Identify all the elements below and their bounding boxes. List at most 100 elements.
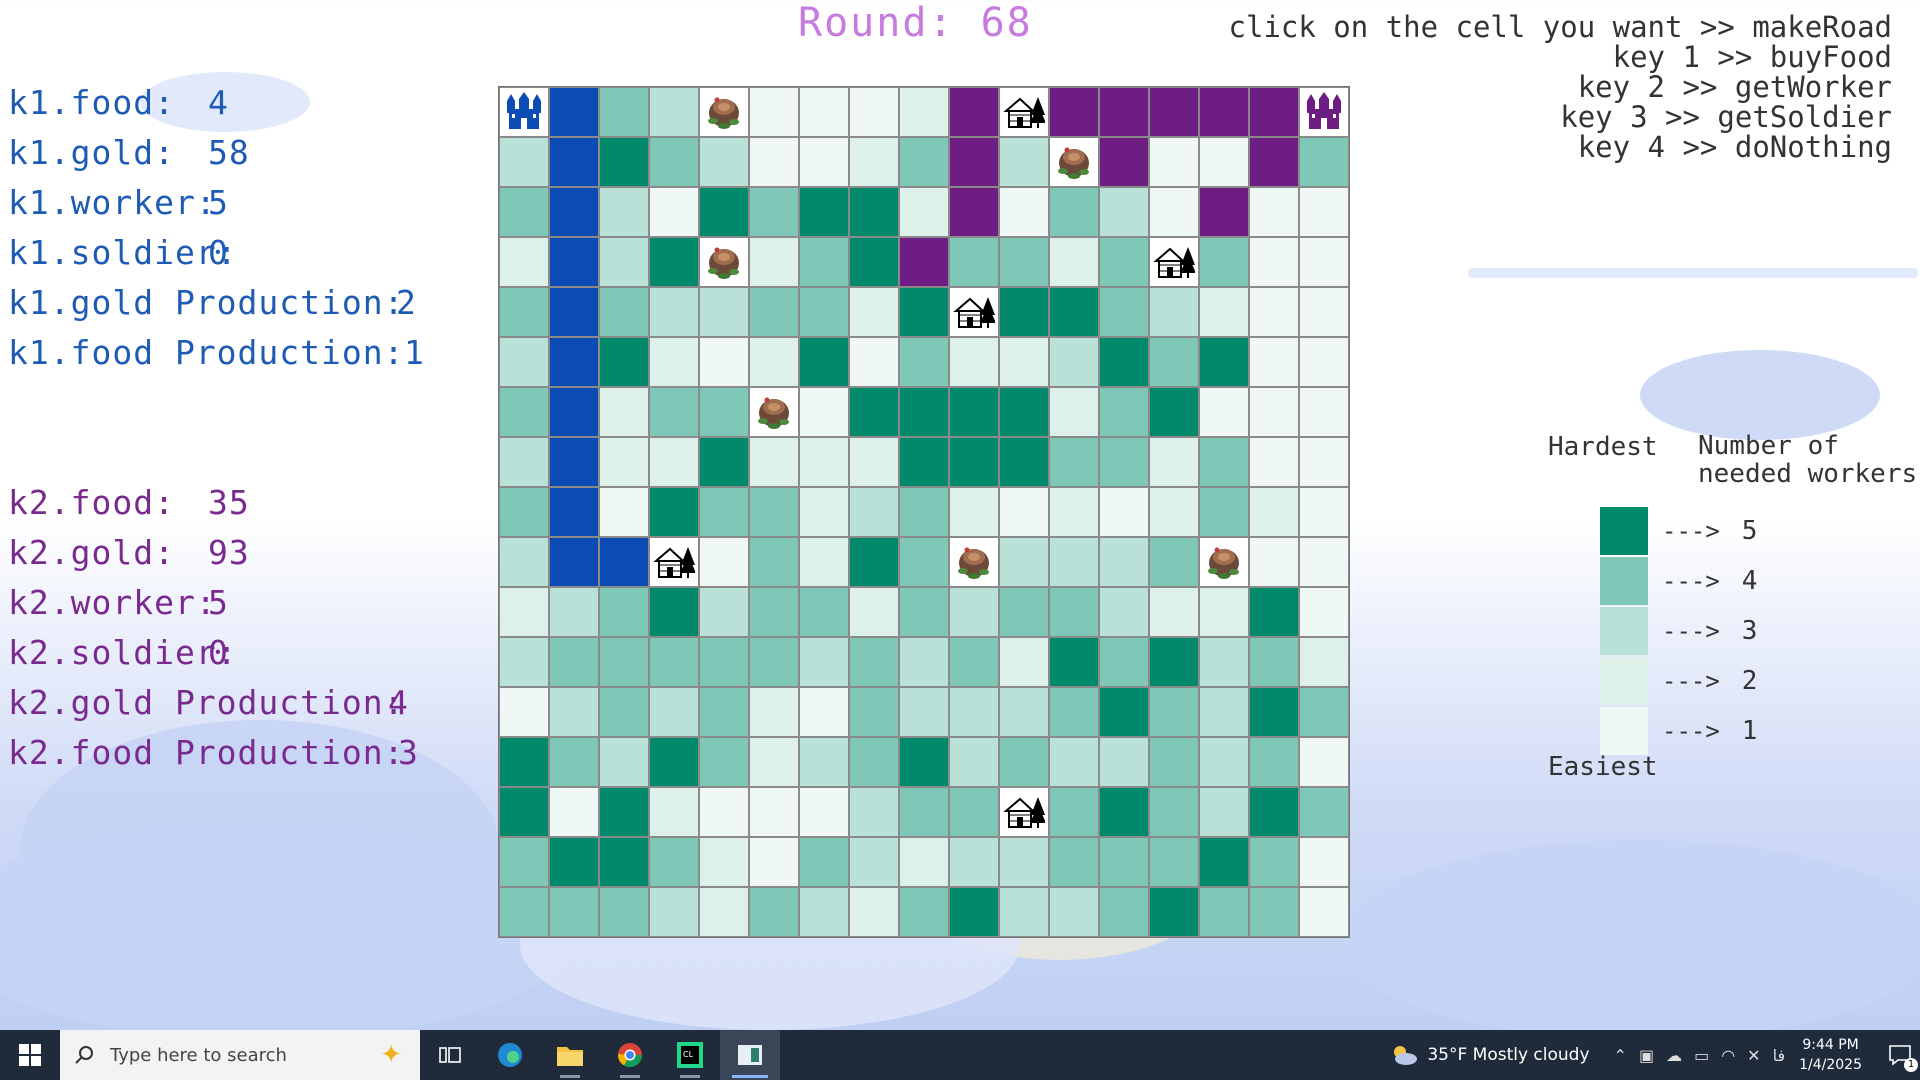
- meet-now-icon[interactable]: ▣: [1639, 1046, 1654, 1065]
- board-cell-difficulty-2[interactable]: [799, 537, 849, 587]
- board-cell[interactable]: [1199, 137, 1249, 187]
- board-cell-difficulty-2[interactable]: [1149, 487, 1199, 537]
- board-cell-difficulty-5[interactable]: [1099, 787, 1149, 837]
- board-cell-difficulty-3[interactable]: [949, 687, 999, 737]
- board-cell-difficulty-3[interactable]: [999, 537, 1049, 587]
- board-cell-difficulty-3[interactable]: [849, 787, 899, 837]
- board-cell-difficulty-4[interactable]: [549, 637, 599, 687]
- board-cell-difficulty-1[interactable]: [1299, 387, 1349, 437]
- board-cell-difficulty-3[interactable]: [1199, 687, 1249, 737]
- board-cell-difficulty-5[interactable]: [899, 437, 949, 487]
- board-cell-difficulty-4[interactable]: [1099, 387, 1149, 437]
- house-cell[interactable]: [999, 87, 1049, 137]
- board-cell-difficulty-5[interactable]: [649, 587, 699, 637]
- road-cell-kingdom2[interactable]: [949, 137, 999, 187]
- taskbar-clion[interactable]: CL: [660, 1030, 720, 1080]
- road-cell-kingdom1[interactable]: [599, 537, 649, 587]
- board-cell-difficulty-1[interactable]: [1299, 487, 1349, 537]
- board-cell-difficulty-5[interactable]: [999, 437, 1049, 487]
- board-cell-difficulty-1[interactable]: [1249, 287, 1299, 337]
- board-cell-difficulty-5[interactable]: [649, 487, 699, 537]
- road-cell-kingdom1[interactable]: [549, 537, 599, 587]
- board-cell-difficulty-3[interactable]: [1149, 287, 1199, 337]
- board-cell-difficulty-4[interactable]: [1099, 637, 1149, 687]
- battery-icon[interactable]: ▭: [1694, 1046, 1709, 1065]
- board-cell-difficulty-3[interactable]: [899, 637, 949, 687]
- board-cell-difficulty-1[interactable]: [799, 137, 849, 187]
- taskbar-chrome[interactable]: [600, 1030, 660, 1080]
- road-cell-kingdom2[interactable]: [949, 187, 999, 237]
- board-cell-difficulty-1[interactable]: [749, 787, 799, 837]
- board-cell-difficulty-2[interactable]: [1249, 487, 1299, 537]
- chevron-up-icon[interactable]: ⌃: [1614, 1046, 1627, 1065]
- board-cell-difficulty-4[interactable]: [849, 637, 899, 687]
- board-cell-difficulty-3[interactable]: [949, 737, 999, 787]
- board-cell-difficulty-4[interactable]: [699, 637, 749, 687]
- notification-center-button[interactable]: 1: [1880, 1030, 1920, 1080]
- board-cell-difficulty-4[interactable]: [699, 687, 749, 737]
- board-cell-difficulty-1[interactable]: [599, 487, 649, 537]
- board-cell-difficulty-1[interactable]: [1299, 237, 1349, 287]
- board-cell-difficulty-4[interactable]: [849, 687, 899, 737]
- house-cell[interactable]: [1149, 237, 1199, 287]
- board-cell-difficulty-1[interactable]: [1099, 487, 1149, 537]
- board-cell-difficulty-2[interactable]: [599, 437, 649, 487]
- board-cell-difficulty-4[interactable]: [499, 187, 549, 237]
- board-cell-difficulty-3[interactable]: [599, 187, 649, 237]
- board-cell-difficulty-4[interactable]: [1049, 187, 1099, 237]
- board-cell-difficulty-1[interactable]: [699, 787, 749, 837]
- board-cell-difficulty-4[interactable]: [1199, 237, 1249, 287]
- board-cell-difficulty-4[interactable]: [1249, 837, 1299, 887]
- board-cell-difficulty-2[interactable]: [649, 787, 699, 837]
- board-cell-difficulty-4[interactable]: [499, 837, 549, 887]
- board-cell-difficulty-3[interactable]: [999, 687, 1049, 737]
- board-cell-difficulty-4[interactable]: [1099, 437, 1149, 487]
- board-cell-difficulty-4[interactable]: [749, 887, 799, 937]
- road-cell-kingdom1[interactable]: [549, 137, 599, 187]
- board-cell-difficulty-4[interactable]: [1099, 837, 1149, 887]
- road-cell-kingdom2[interactable]: [899, 237, 949, 287]
- board-cell-difficulty-3[interactable]: [1199, 637, 1249, 687]
- board-cell-difficulty-4[interactable]: [1049, 587, 1099, 637]
- obstacle-cell[interactable]: [699, 237, 749, 287]
- board-cell-difficulty-3[interactable]: [649, 287, 699, 337]
- board-cell-difficulty-4[interactable]: [999, 237, 1049, 287]
- board-cell-difficulty-5[interactable]: [799, 187, 849, 237]
- board-cell-difficulty-1[interactable]: [1249, 387, 1299, 437]
- board-cell-difficulty-4[interactable]: [999, 587, 1049, 637]
- board-cell-difficulty-4[interactable]: [1249, 637, 1299, 687]
- board-cell-difficulty-3[interactable]: [999, 837, 1049, 887]
- board-cell-difficulty-1[interactable]: [749, 87, 799, 137]
- board-cell-difficulty-1[interactable]: [1299, 587, 1349, 637]
- board-cell-difficulty-3[interactable]: [699, 137, 749, 187]
- board-cell-difficulty-5[interactable]: [1049, 287, 1099, 337]
- board-cell-difficulty-2[interactable]: [1049, 387, 1099, 437]
- board-cell-difficulty-3[interactable]: [949, 587, 999, 637]
- board-cell-difficulty-4[interactable]: [799, 287, 849, 337]
- board-cell-difficulty-3[interactable]: [499, 137, 549, 187]
- wifi-icon[interactable]: ◠: [1721, 1046, 1735, 1065]
- road-cell-kingdom2[interactable]: [1099, 87, 1149, 137]
- board-cell-difficulty-5[interactable]: [1249, 787, 1299, 837]
- board-cell-difficulty-2[interactable]: [799, 437, 849, 487]
- board-cell-difficulty-5[interactable]: [949, 887, 999, 937]
- board-cell-difficulty-2[interactable]: [1199, 587, 1249, 637]
- board-cell-difficulty-1[interactable]: [499, 687, 549, 737]
- start-button[interactable]: [0, 1030, 60, 1080]
- taskbar-file-explorer[interactable]: [540, 1030, 600, 1080]
- road-cell-kingdom1[interactable]: [549, 387, 599, 437]
- board-cell-difficulty-1[interactable]: [549, 787, 599, 837]
- board-cell-difficulty-3[interactable]: [599, 237, 649, 287]
- board-cell-difficulty-2[interactable]: [1049, 237, 1099, 287]
- board-cell-difficulty-5[interactable]: [899, 737, 949, 787]
- road-cell-kingdom2[interactable]: [1099, 137, 1149, 187]
- road-cell-kingdom1[interactable]: [549, 187, 599, 237]
- board-cell-difficulty-2[interactable]: [649, 337, 699, 387]
- board-cell-difficulty-4[interactable]: [1149, 787, 1199, 837]
- board-cell-difficulty-5[interactable]: [499, 787, 549, 837]
- board-cell-difficulty-2[interactable]: [749, 737, 799, 787]
- board-cell-difficulty-2[interactable]: [849, 587, 899, 637]
- obstacle-cell[interactable]: [1199, 537, 1249, 587]
- road-cell-kingdom1[interactable]: [549, 337, 599, 387]
- input-language[interactable]: فا: [1773, 1046, 1786, 1065]
